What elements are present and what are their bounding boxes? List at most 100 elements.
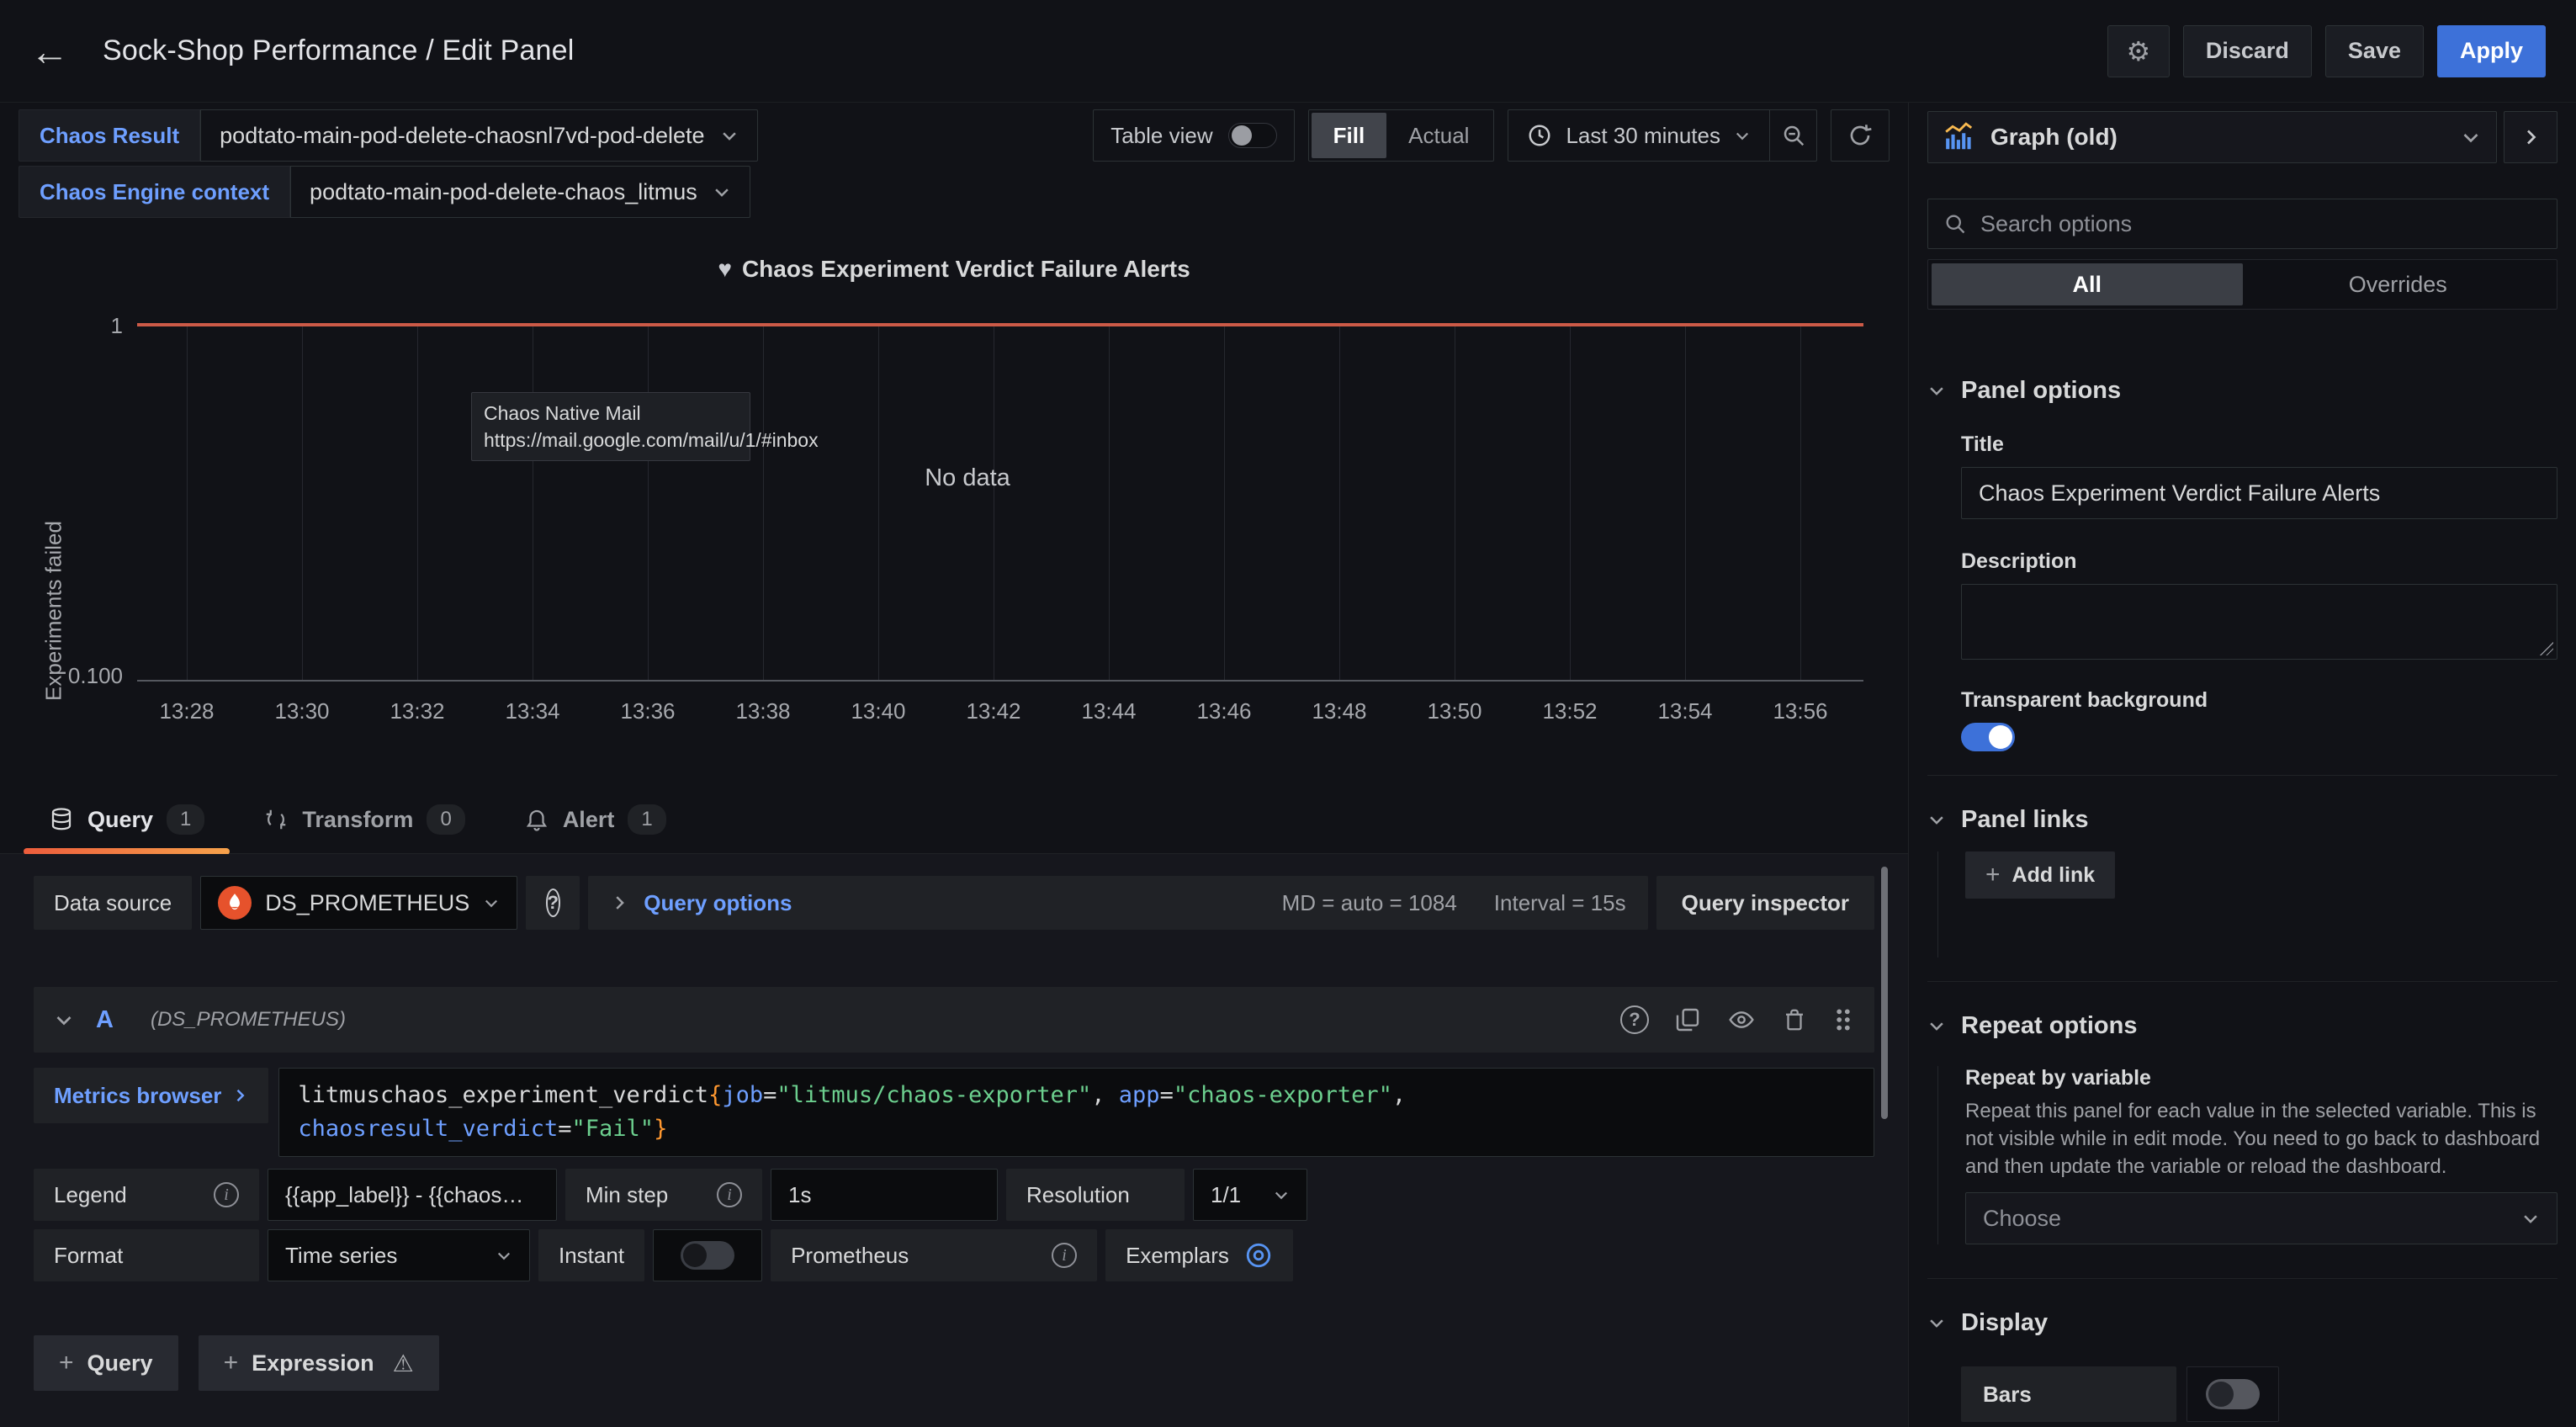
min-step-input[interactable] [771, 1169, 998, 1221]
panel-links-body: + Add link [1937, 851, 2557, 958]
format-select[interactable]: Time series [268, 1229, 530, 1281]
legend-input[interactable] [268, 1169, 557, 1221]
add-link-button[interactable]: + Add link [1965, 851, 2115, 899]
y-tick-1: 1 [0, 313, 123, 339]
vertical-scrollbar[interactable] [1881, 867, 1888, 1119]
description-textarea[interactable] [1961, 584, 2557, 660]
section-repeat-options[interactable]: Repeat options [1927, 1005, 2557, 1046]
table-view-switch[interactable] [1228, 123, 1277, 148]
chevron-down-icon [1927, 810, 1946, 829]
tab-transform[interactable]: Transform 0 [238, 786, 490, 853]
section-divider [1927, 1278, 2557, 1279]
variable-value-dropdown[interactable]: podtato-main-pod-delete-chaos_litmus [290, 166, 750, 218]
save-button[interactable]: Save [2325, 25, 2424, 77]
time-range-picker[interactable]: Last 30 minutes [1508, 110, 1769, 161]
collapse-chevron-icon[interactable] [54, 1010, 74, 1030]
repeat-variable-select[interactable]: Choose [1965, 1192, 2557, 1244]
refresh-button[interactable] [1831, 109, 1890, 162]
data-source-help-button[interactable]: ? [526, 876, 580, 930]
y-tick-0-100: 0.100 [0, 663, 123, 689]
format-label-box: Format [34, 1229, 259, 1281]
promql-editor[interactable]: litmuschaos_experiment_verdict{job="litm… [278, 1068, 1874, 1157]
resolution-select[interactable]: 1/1 [1193, 1169, 1307, 1221]
gridline [302, 325, 303, 680]
zoom-out-button[interactable] [1769, 110, 1816, 161]
gear-icon[interactable]: ⚙ [2107, 25, 2170, 77]
visualization-picker[interactable]: Graph (old) [1927, 111, 2497, 163]
query-card-a: A (DS_PROMETHEUS) ? Metrics browser [34, 987, 1874, 1281]
instant-toggle[interactable] [653, 1229, 762, 1281]
duplicate-icon[interactable] [1674, 1006, 1701, 1033]
back-arrow-icon[interactable]: ← [30, 32, 69, 71]
gridline [878, 325, 879, 680]
data-source-label: Data source [34, 876, 192, 930]
metrics-browser-button[interactable]: Metrics browser [34, 1068, 268, 1123]
table-view-label: Table view [1110, 123, 1212, 149]
gridline [417, 325, 418, 680]
main-area: Chaos Result podtato-main-pod-delete-cha… [0, 103, 1908, 1427]
graph-viz-icon [1943, 121, 1975, 153]
discard-button[interactable]: Discard [2183, 25, 2312, 77]
min-step-input-field[interactable] [788, 1182, 980, 1208]
options-sidebar: Graph (old) Search options All Overrides… [1908, 103, 2576, 1427]
plot-area[interactable] [137, 325, 1863, 682]
collapse-pane-button[interactable] [2504, 111, 2557, 163]
eye-icon[interactable] [1726, 1006, 1757, 1033]
drag-handle-icon[interactable] [1832, 1006, 1854, 1033]
x-tick: 13:54 [1626, 698, 1744, 724]
filter-tab-overrides[interactable]: Overrides [2243, 263, 2554, 305]
instant-switch[interactable] [681, 1241, 734, 1270]
exemplars-box[interactable]: Exemplars [1105, 1229, 1293, 1281]
fill-actual-segmented: Fill Actual [1308, 109, 1495, 162]
bars-switch[interactable] [2206, 1379, 2260, 1409]
tab-alert[interactable]: Alert 1 [499, 786, 692, 853]
chevron-right-icon [610, 894, 628, 912]
resolution-label: Resolution [1026, 1182, 1130, 1208]
title-input[interactable] [1961, 467, 2557, 519]
exemplars-toggle-icon[interactable] [1244, 1241, 1273, 1270]
table-view-toggle[interactable]: Table view [1093, 109, 1294, 162]
template-variables: Chaos Result podtato-main-pod-delete-cha… [19, 109, 758, 222]
zoom-out-icon [1781, 123, 1806, 148]
options-search[interactable]: Search options [1927, 199, 2557, 249]
query-help-icon[interactable]: ? [1620, 1005, 1649, 1034]
actual-option[interactable]: Actual [1386, 113, 1491, 158]
no-data-label: No data [892, 464, 1043, 492]
section-title: Panel options [1961, 377, 2121, 405]
tab-query[interactable]: Query 1 [24, 786, 230, 853]
section-display[interactable]: Display [1927, 1302, 2557, 1343]
section-divider [1927, 775, 2557, 776]
tab-transform-label: Transform [302, 807, 413, 833]
add-expression-button[interactable]: + Expression ⚠ [199, 1335, 439, 1391]
transparent-background-toggle[interactable] [1961, 723, 2015, 751]
title-input-field[interactable] [1979, 480, 2540, 507]
resolution-value: 1/1 [1211, 1182, 1241, 1208]
editor-tabs: Query 1 Transform 0 Alert 1 [0, 786, 1908, 854]
query-options-bar[interactable]: Query options MD = auto = 1084 Interval … [588, 876, 1647, 930]
search-icon [1943, 212, 1967, 236]
bars-toggle[interactable] [2186, 1366, 2279, 1422]
min-step-label: Min step [586, 1182, 668, 1208]
panel-controls: Table view Fill Actual Last 30 minutes [1093, 109, 1890, 162]
data-source-picker[interactable]: DS_PROMETHEUS [200, 876, 517, 930]
trash-icon[interactable] [1782, 1006, 1807, 1033]
gridline [1685, 325, 1686, 680]
chevron-down-icon [2521, 1209, 2540, 1228]
data-source-value: DS_PROMETHEUS [265, 890, 469, 916]
section-title: Repeat options [1961, 1012, 2137, 1040]
section-panel-links[interactable]: Panel links [1927, 799, 2557, 840]
query-inspector-button[interactable]: Query inspector [1656, 876, 1874, 930]
legend-input-field[interactable] [285, 1182, 539, 1208]
repeat-by-variable-label: Repeat by variable [1965, 1066, 2557, 1090]
resize-handle-icon[interactable] [2540, 642, 2553, 655]
apply-button[interactable]: Apply [2437, 25, 2546, 77]
chevron-down-icon [496, 1247, 512, 1264]
section-panel-options[interactable]: Panel options [1927, 370, 2557, 411]
alert-threshold-series-line [137, 323, 1863, 326]
x-tick: 13:44 [1050, 698, 1168, 724]
annotation-tooltip: Chaos Native Mail https://mail.google.co… [471, 392, 750, 461]
add-query-button[interactable]: + Query [34, 1335, 178, 1391]
fill-option[interactable]: Fill [1312, 113, 1387, 158]
variable-value-dropdown[interactable]: podtato-main-pod-delete-chaosnl7vd-pod-d… [200, 109, 757, 162]
filter-tab-all[interactable]: All [1932, 263, 2243, 305]
